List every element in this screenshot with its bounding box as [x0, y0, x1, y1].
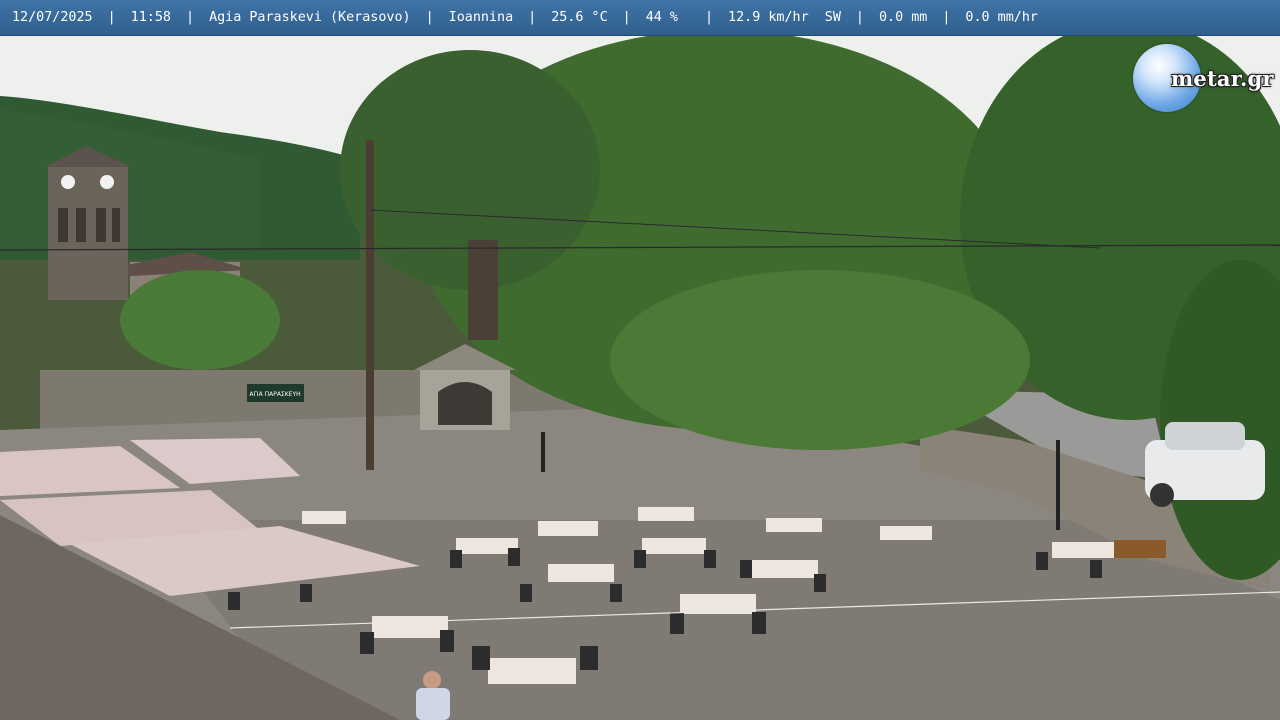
separator: |: [704, 10, 714, 25]
lamp-post: [541, 432, 545, 472]
weather-info-bar: 12/07/2025 | 11:58 | Agia Paraskevi (Ker…: [0, 0, 1280, 36]
date-text: 12/07/2025: [12, 10, 93, 25]
table: [488, 658, 576, 684]
webcam-frame: ΑΓΙΑ ΠΑΡΑΣΚΕΥΗ 12/07/2025 | 11:58 | Agia…: [0, 0, 1280, 720]
village-sign-text: ΑΓΙΑ ΠΑΡΑΣΚΕΥΗ: [249, 391, 300, 398]
table: [538, 521, 598, 536]
separator: |: [942, 10, 951, 25]
tree-canopy-lower: [610, 270, 1030, 450]
wind-text: 12.9 km/hr SW: [728, 10, 841, 25]
table: [372, 616, 448, 638]
separator: |: [855, 10, 864, 25]
region-text: Ioannina: [448, 10, 514, 25]
logo-text: metar.gr: [1171, 66, 1274, 91]
tree-left-small: [120, 270, 280, 370]
lamp-post: [1056, 440, 1060, 530]
bench: [1114, 540, 1166, 558]
table: [642, 538, 706, 554]
humidity-text: 44 %: [645, 10, 678, 25]
webcam-scene: ΑΓΙΑ ΠΑΡΑΣΚΕΥΗ: [0, 0, 1280, 720]
separator: |: [528, 10, 537, 25]
separator: |: [622, 10, 631, 25]
clock-face-left: [61, 175, 75, 189]
separator: |: [186, 10, 195, 25]
table: [880, 526, 932, 540]
table: [1052, 542, 1116, 558]
separator: |: [107, 10, 116, 25]
tree-trunk: [468, 240, 498, 340]
temperature-text: 25.6 °C: [551, 10, 608, 25]
separator: |: [425, 10, 434, 25]
table: [748, 560, 818, 578]
location-text: Agia Paraskevi (Kerasovo): [209, 10, 411, 25]
clock-face-right: [100, 175, 114, 189]
utility-pole: [366, 140, 374, 470]
table: [638, 507, 694, 521]
table: [548, 564, 614, 582]
metar-logo[interactable]: metar.gr: [1133, 44, 1275, 114]
rain-rate-text: 0.0 mm/hr: [965, 10, 1038, 25]
time-text: 11:58: [130, 10, 171, 25]
table: [302, 511, 346, 524]
rain-text: 0.0 mm: [878, 10, 928, 25]
bell-tower: [44, 146, 132, 300]
table: [766, 518, 822, 532]
